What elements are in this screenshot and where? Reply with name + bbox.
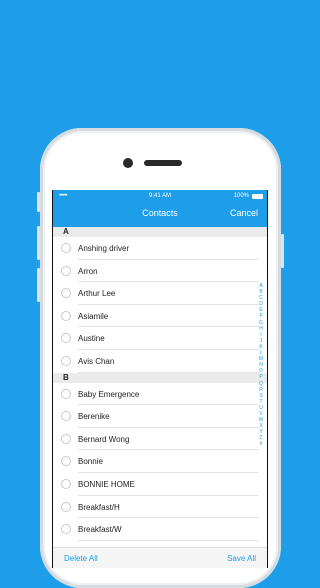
contact-name: Austine bbox=[78, 334, 105, 344]
select-radio[interactable] bbox=[61, 243, 71, 253]
contact-name: Bonnie bbox=[78, 457, 103, 467]
select-radio[interactable] bbox=[61, 333, 71, 344]
contact-name: Anshing driver bbox=[78, 244, 130, 253]
select-radio[interactable] bbox=[61, 310, 71, 321]
mute-switch bbox=[37, 192, 40, 212]
power-button bbox=[281, 234, 284, 268]
camera-icon bbox=[123, 158, 133, 168]
nav-bar: ••••• 9:41 AM 100% Contacts Cancel bbox=[53, 190, 267, 227]
list-item[interactable]: Asiamile bbox=[53, 305, 267, 328]
battery-icon bbox=[252, 194, 263, 199]
list-item[interactable]: Arron bbox=[53, 260, 267, 283]
contact-name: BONNIE HOME bbox=[78, 479, 135, 489]
list-item[interactable]: Arthur Lee bbox=[53, 282, 267, 305]
row-divider bbox=[78, 539, 259, 541]
list-item[interactable]: Anshing driver bbox=[53, 237, 267, 260]
list-item[interactable]: Bonnie bbox=[53, 450, 267, 473]
delete-all-button[interactable]: Delete All bbox=[64, 554, 98, 563]
volume-up-button bbox=[37, 226, 40, 260]
list-item[interactable]: Berenike bbox=[53, 405, 267, 428]
battery-percent: 100% bbox=[233, 193, 249, 199]
select-radio[interactable] bbox=[61, 478, 71, 489]
contact-name: Arthur Lee bbox=[78, 289, 116, 299]
select-radio[interactable] bbox=[61, 265, 71, 276]
contact-name: Arron bbox=[78, 266, 98, 276]
list-item[interactable]: Bernard Wong bbox=[53, 428, 267, 451]
section-index[interactable]: A B C D E F G H I J K L M N O P Q R S T U V W X Y Z # bbox=[257, 283, 265, 448]
list-item[interactable]: BONNIE HOME bbox=[53, 473, 267, 496]
contact-name: Asiamile bbox=[78, 311, 109, 321]
volume-down-button bbox=[37, 268, 40, 302]
select-radio[interactable] bbox=[61, 411, 71, 422]
list-item[interactable]: Austine bbox=[53, 327, 267, 350]
contact-name: Breakfast/W bbox=[78, 525, 122, 535]
section-header: B bbox=[53, 372, 267, 383]
select-radio[interactable] bbox=[61, 388, 71, 399]
section-header: A bbox=[53, 227, 267, 237]
contact-name: Avis Chan bbox=[78, 356, 115, 366]
select-radio[interactable] bbox=[61, 456, 71, 467]
select-radio[interactable] bbox=[61, 288, 71, 299]
select-radio[interactable] bbox=[61, 501, 71, 512]
status-bar: ••••• 9:41 AM 100% bbox=[53, 192, 267, 202]
contact-name: Bernard Wong bbox=[78, 434, 130, 444]
save-all-button[interactable]: Save All bbox=[227, 554, 256, 563]
row-divider bbox=[78, 371, 259, 373]
list-item[interactable]: Breakfast/W bbox=[53, 518, 267, 541]
index-letter[interactable]: # bbox=[257, 441, 265, 447]
contact-name: Breakfast/H bbox=[78, 502, 120, 512]
list-item[interactable]: Breakfast/H bbox=[53, 496, 267, 519]
contact-name: Baby Emergence bbox=[78, 389, 140, 399]
list-item[interactable]: Avis Chan bbox=[53, 350, 267, 373]
list-item[interactable]: Baby Emergence bbox=[53, 383, 267, 406]
select-radio[interactable] bbox=[61, 433, 71, 444]
footer-toolbar: Delete All Save All bbox=[53, 547, 267, 568]
cancel-button[interactable]: Cancel bbox=[230, 208, 258, 218]
contact-list[interactable]: A Anshing driver Arron Arthur Lee Asiamile Au… bbox=[53, 227, 267, 548]
speaker-grille bbox=[144, 160, 182, 166]
select-radio[interactable] bbox=[61, 524, 71, 535]
phone-screen: ••••• 9:41 AM 100% Contacts Cancel A Ansh… bbox=[52, 190, 268, 568]
contact-name: Berenike bbox=[78, 412, 110, 422]
select-radio[interactable] bbox=[61, 355, 71, 366]
